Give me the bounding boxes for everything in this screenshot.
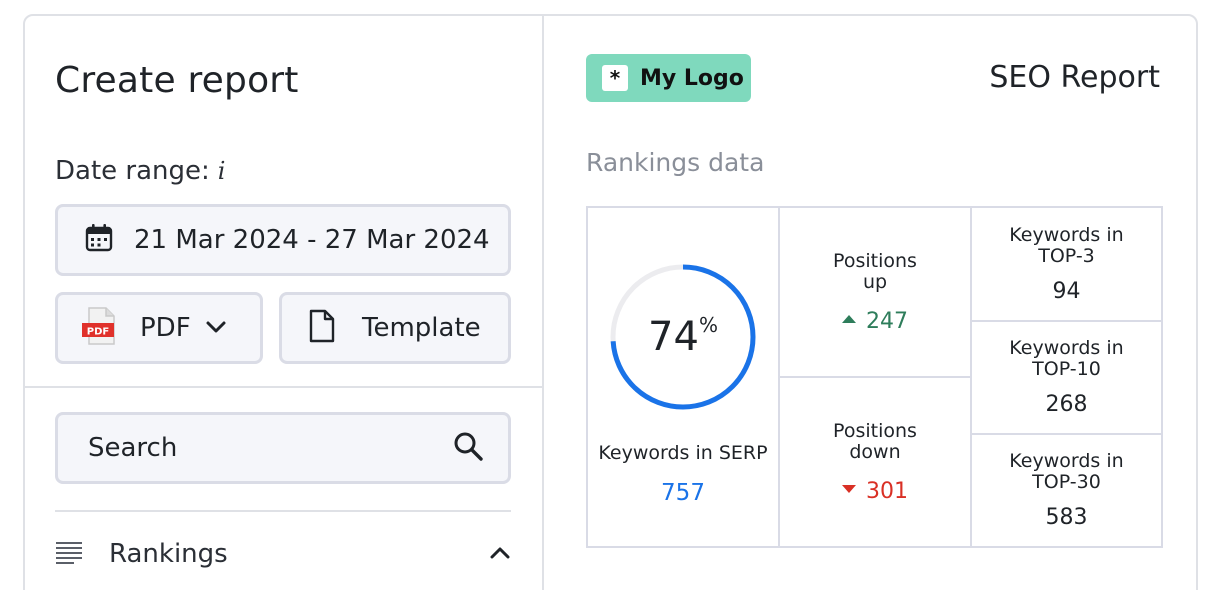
top10-label-line1: Keywords in (1009, 337, 1124, 359)
serp-percent-display: 74% (608, 262, 758, 412)
date-range-label: Date range: i (55, 156, 225, 186)
keywords-in-serp-label: Keywords in SERP (598, 442, 768, 464)
date-range-value: 21 Mar 2024 - 27 Mar 2024 (134, 225, 490, 255)
rankings-data-title: Rankings data (586, 148, 765, 177)
positions-up-label-line2: up (862, 270, 888, 293)
positions-down-cell: Positions down 301 (780, 378, 970, 546)
search-placeholder: Search (88, 433, 178, 463)
percent-sign: % (698, 313, 718, 337)
logo-text: My Logo (640, 65, 744, 91)
document-icon (308, 309, 336, 347)
logo-badge: * My Logo (586, 54, 751, 102)
positions-down-label-line1: Positions (833, 419, 917, 442)
top10-label-line2: TOP-10 (1032, 358, 1101, 380)
positions-up-cell: Positions up 247 (780, 208, 970, 376)
format-value: PDF (140, 313, 191, 343)
top30-cell: Keywords in TOP-30 583 (972, 435, 1161, 546)
positions-down-label: Positions down (833, 419, 917, 463)
chevron-up-icon[interactable] (489, 545, 511, 564)
top3-label-line2: TOP-3 (1038, 244, 1095, 267)
section-divider (25, 386, 544, 388)
pdf-file-icon: PDF (80, 306, 120, 350)
report-title: SEO Report (989, 60, 1160, 95)
top30-label: Keywords in TOP-30 (1009, 451, 1123, 493)
serp-percent-value: 74 (648, 314, 699, 360)
top30-value: 583 (1045, 505, 1088, 530)
rankings-data-grid: 74% Keywords in SERP 757 Positions up 24… (586, 206, 1163, 548)
rankings-label: Rankings (109, 539, 228, 569)
info-icon[interactable]: i (218, 157, 226, 185)
positions-down-value: 301 (866, 478, 908, 504)
keywords-in-serp-value: 757 (661, 480, 705, 506)
positions-down-value-row: 301 (842, 479, 908, 504)
top3-cell: Keywords in TOP-3 94 (972, 208, 1161, 320)
positions-down-label-line2: down (849, 440, 901, 463)
template-label: Template (362, 313, 481, 343)
positions-up-label-line1: Positions (833, 249, 917, 272)
positions-up-label: Positions up (833, 249, 917, 293)
date-range-label-text: Date range: (55, 156, 210, 186)
positions-up-value-row: 247 (842, 309, 908, 334)
template-button[interactable]: Template (279, 292, 511, 364)
top10-value: 268 (1045, 392, 1088, 417)
keywords-in-serp-cell: 74% Keywords in SERP 757 (588, 208, 778, 546)
pdf-icon-text: PDF (87, 327, 109, 338)
top30-label-line2: TOP-30 (1032, 471, 1101, 493)
calendar-icon (84, 223, 114, 257)
positions-up-value: 247 (866, 308, 908, 334)
top30-label-line1: Keywords in (1009, 450, 1124, 472)
date-range-picker[interactable]: 21 Mar 2024 - 27 Mar 2024 (55, 204, 511, 276)
list-lines-icon (55, 540, 83, 568)
list-divider (55, 510, 511, 512)
chevron-down-icon (205, 319, 227, 338)
top10-cell: Keywords in TOP-10 268 (972, 322, 1161, 433)
report-builder-card: Create report Date range: i 21 Mar 2024 - (23, 14, 1198, 590)
search-icon[interactable] (452, 430, 484, 466)
create-report-panel: Create report Date range: i 21 Mar 2024 - (25, 16, 544, 590)
report-preview-panel: * My Logo SEO Report Rankings data 74% K… (546, 16, 1196, 590)
triangle-up-icon (842, 314, 856, 323)
search-input[interactable]: Search (55, 412, 511, 484)
top3-label: Keywords in TOP-3 (1009, 223, 1124, 267)
top10-label: Keywords in TOP-10 (1009, 338, 1123, 380)
format-dropdown[interactable]: PDF PDF (55, 292, 263, 364)
triangle-down-icon (842, 484, 856, 493)
page-title: Create report (55, 60, 299, 101)
top3-value: 94 (1052, 278, 1081, 304)
asterisk-icon: * (602, 65, 628, 91)
top3-label-line1: Keywords in (1009, 223, 1124, 246)
rankings-section-toggle[interactable]: Rankings (55, 532, 511, 576)
